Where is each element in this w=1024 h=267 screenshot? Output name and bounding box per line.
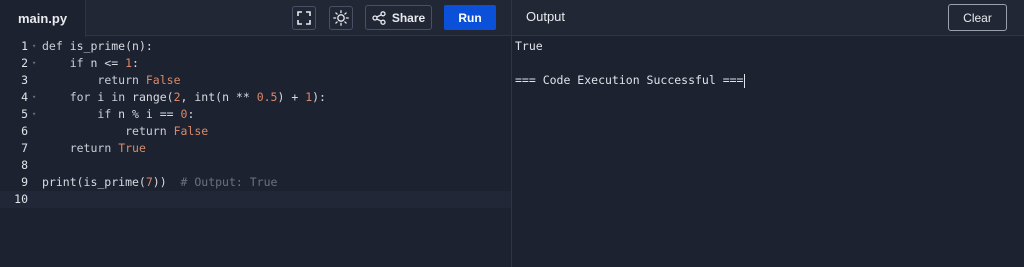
- run-button[interactable]: Run: [444, 5, 496, 30]
- line-number: 1: [21, 38, 28, 53]
- line-number: 7: [21, 141, 28, 156]
- fold-chevron-icon[interactable]: ▾: [30, 110, 40, 118]
- code-text: return False: [40, 124, 208, 138]
- line-number: 4: [21, 89, 28, 104]
- code-token: return: [97, 72, 139, 87]
- code-line[interactable]: 2 ▾ if n <= 1:: [0, 54, 511, 71]
- line-number: 2: [21, 55, 28, 70]
- code-token: # Output: True: [180, 175, 278, 190]
- line-number: 10: [14, 192, 28, 207]
- code-editor[interactable]: 1 ▾ def is_prime(n): 2 ▾ if n <= 1: 3 return …: [0, 37, 511, 267]
- output-text: True: [515, 39, 543, 53]
- code-line[interactable]: 1 ▾ def is_prime(n):: [0, 37, 511, 54]
- code-text: if n <= 1:: [40, 56, 139, 70]
- code-text: if n % i == 0:: [40, 107, 194, 121]
- code-line[interactable]: 6 return False: [0, 123, 511, 140]
- clear-button[interactable]: Clear: [948, 4, 1007, 31]
- share-icon: [372, 10, 386, 25]
- code-token: 0.5: [256, 89, 278, 104]
- output-console: True === Code Execution Successful ===: [515, 38, 746, 89]
- output-title: Output: [526, 9, 566, 24]
- top-bar: main.py Share Run Output Clear: [0, 0, 1024, 37]
- code-text: print(is_prime(7)) # Output: True: [40, 175, 277, 189]
- file-tab-main-py[interactable]: main.py: [0, 0, 86, 37]
- code-token: return: [125, 124, 167, 138]
- code-token: 7: [145, 175, 153, 190]
- fold-chevron-icon[interactable]: ▾: [30, 59, 40, 67]
- code-token: :: [132, 55, 139, 70]
- line-number: 8: [21, 158, 28, 173]
- run-label: Run: [458, 10, 482, 25]
- fold-chevron-icon[interactable]: ▾: [30, 42, 40, 50]
- share-label: Share: [391, 10, 426, 25]
- code-text: def is_prime(n):: [40, 39, 153, 53]
- line-number: 6: [21, 124, 28, 138]
- code-token: in: [111, 89, 126, 104]
- code-line[interactable]: 10: [0, 190, 511, 208]
- code-token: n <=: [83, 55, 126, 70]
- text-cursor: [744, 73, 746, 88]
- line-number: 3: [21, 72, 28, 87]
- code-text: for i in range(2, int(n ** 0.5) + 1):: [40, 90, 326, 104]
- code-token: n % i ==: [111, 106, 181, 121]
- output-text: === Code Execution Successful ===: [515, 73, 744, 87]
- fullscreen-icon: [297, 11, 311, 25]
- code-text: return True: [40, 141, 146, 155]
- code-line[interactable]: 9 print(is_prime(7)) # Output: True: [0, 174, 511, 191]
- code-token: ) +: [277, 89, 306, 104]
- file-tab-label: main.py: [17, 11, 68, 26]
- output-line: True: [515, 38, 745, 55]
- theme-toggle-button[interactable]: [329, 6, 353, 30]
- code-line[interactable]: 4 ▾ for i in range(2, int(n ** 0.5) + 1):: [0, 88, 511, 105]
- code-line[interactable]: 5 ▾ if n % i == 0:: [0, 105, 511, 122]
- code-token: True: [118, 141, 146, 156]
- code-token: for: [69, 89, 91, 104]
- code-token: 2: [173, 89, 181, 104]
- code-line[interactable]: 8: [0, 157, 511, 174]
- panel-divider[interactable]: [511, 0, 512, 267]
- code-token: )): [152, 175, 181, 190]
- fold-chevron-icon[interactable]: ▾: [30, 93, 40, 101]
- code-token: ):: [312, 89, 326, 104]
- code-text: return False: [40, 72, 181, 87]
- code-token: if: [69, 55, 84, 70]
- clear-label: Clear: [963, 10, 992, 25]
- code-token: is_prime(n):: [62, 38, 153, 53]
- code-token: :: [187, 106, 195, 121]
- share-button[interactable]: Share: [365, 5, 432, 30]
- code-token: False: [145, 72, 181, 87]
- code-token: range(: [125, 89, 174, 104]
- code-token: print(is_prime(: [42, 175, 146, 190]
- output-line: === Code Execution Successful ===: [515, 72, 746, 89]
- code-token: def: [42, 38, 63, 53]
- code-line[interactable]: 3 return False: [0, 71, 511, 88]
- line-number: 9: [21, 175, 28, 190]
- sun-icon: [333, 10, 349, 26]
- fullscreen-button[interactable]: [292, 6, 316, 30]
- code-token: 1: [125, 55, 133, 70]
- line-number: 5: [21, 106, 28, 121]
- code-token: return: [69, 141, 112, 156]
- code-token: , int(n **: [180, 89, 257, 104]
- code-token: False: [173, 124, 209, 138]
- code-token: i: [90, 89, 112, 104]
- code-token: if: [97, 106, 112, 121]
- code-line[interactable]: 7 return True: [0, 140, 511, 157]
